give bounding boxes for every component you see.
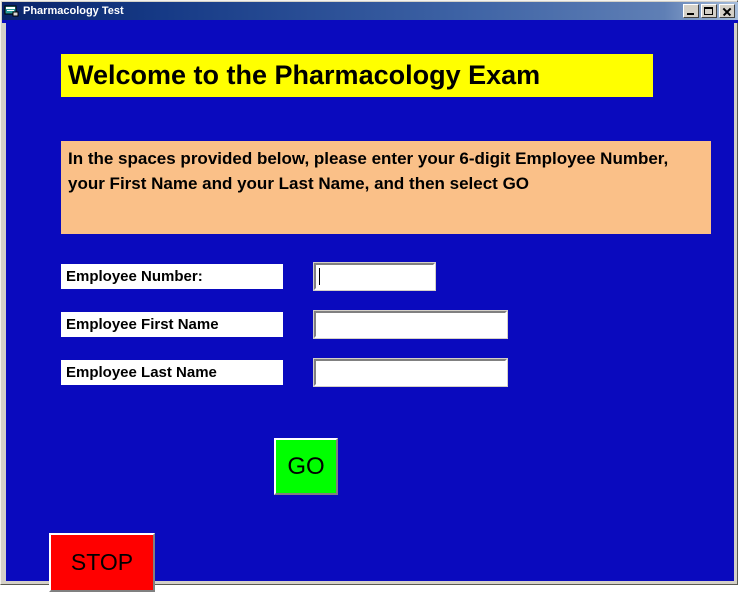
- close-icon: [720, 5, 734, 17]
- input-employee-number[interactable]: [313, 262, 436, 291]
- maximize-button[interactable]: [701, 4, 717, 18]
- instructions-label: In the spaces provided below, please ent…: [68, 149, 669, 193]
- welcome-banner: Welcome to the Pharmacology Exam: [61, 54, 653, 97]
- text-caret: [319, 268, 320, 285]
- stop-button[interactable]: STOP: [49, 533, 155, 592]
- close-button[interactable]: [719, 4, 735, 18]
- go-button[interactable]: GO: [274, 438, 338, 495]
- title-bar[interactable]: Pharmacology Test: [2, 2, 738, 20]
- input-employee-last-name[interactable]: [313, 358, 508, 387]
- vb-form-icon: [4, 4, 20, 18]
- minimize-button[interactable]: [683, 4, 699, 18]
- form-client-area: Welcome to the Pharmacology Exam In the …: [6, 23, 734, 592]
- application-window: Pharmacology Test Welcome to the Pharmac…: [0, 0, 738, 592]
- input-employee-first-name[interactable]: [313, 310, 508, 339]
- label-employee-last-name: Employee Last Name: [61, 360, 283, 385]
- window-title: Pharmacology Test: [23, 5, 124, 17]
- label-employee-number-text: Employee Number:: [66, 268, 203, 285]
- welcome-banner-label: Welcome to the Pharmacology Exam: [68, 60, 541, 90]
- instructions-panel: In the spaces provided below, please ent…: [61, 141, 711, 234]
- minimize-icon: [684, 5, 698, 17]
- maximize-icon: [702, 5, 716, 17]
- window-controls: [683, 4, 735, 18]
- label-employee-number: Employee Number:: [61, 264, 283, 289]
- label-employee-first-name: Employee First Name: [61, 312, 283, 337]
- label-employee-first-name-text: Employee First Name: [66, 316, 219, 333]
- label-employee-last-name-text: Employee Last Name: [66, 364, 217, 381]
